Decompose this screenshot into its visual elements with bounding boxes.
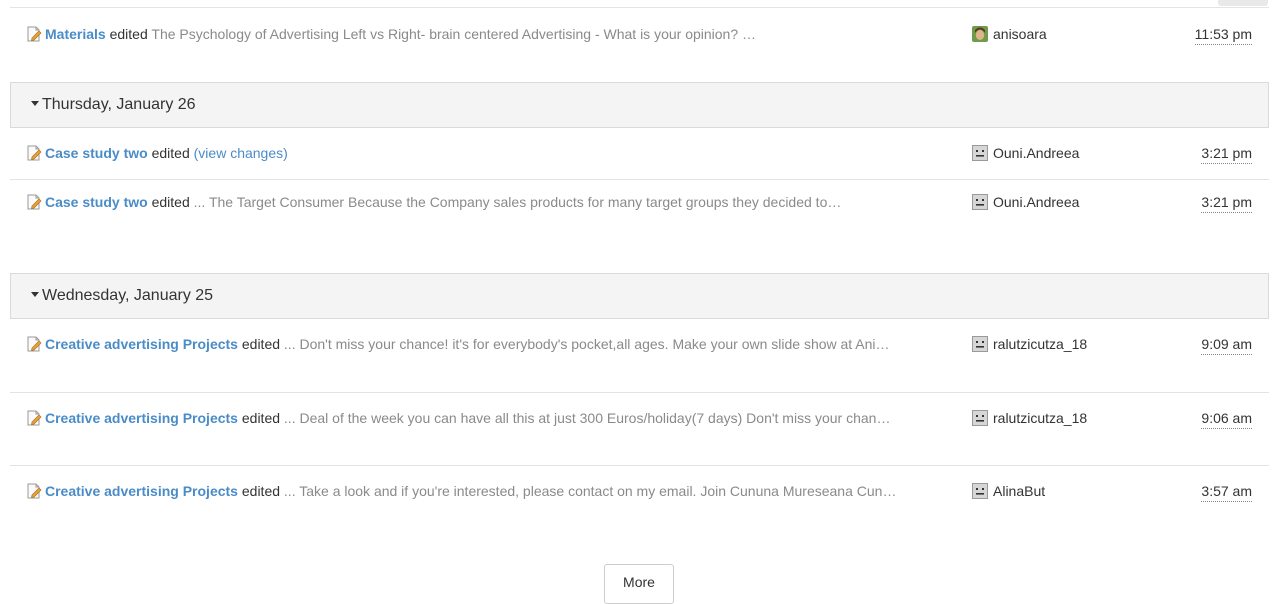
action-verb: edited — [241, 336, 281, 352]
timestamp: 3:21 pm — [1201, 192, 1252, 213]
day-header[interactable]: Wednesday, January 25 — [10, 273, 1269, 319]
page-edit-icon — [27, 410, 42, 426]
timestamp: 9:09 am — [1201, 334, 1252, 355]
timestamp: 11:53 pm — [1194, 24, 1252, 45]
excerpt-text: ... The Target Consumer Because the Comp… — [193, 194, 842, 210]
action-verb: edited — [241, 483, 281, 499]
default-avatar-icon — [972, 145, 988, 161]
default-avatar-icon — [972, 336, 988, 352]
list-item: Case study two edited (view changes) Oun… — [10, 128, 1269, 180]
action-verb: edited — [151, 145, 190, 161]
list-item: Creative advertising Projects edited ...… — [10, 319, 1269, 393]
page-link[interactable]: Creative advertising Projects — [45, 336, 238, 352]
username: ralutzicutza_18 — [993, 336, 1088, 352]
page-edit-icon — [27, 26, 42, 42]
action-verb: edited — [241, 410, 281, 426]
default-avatar-icon — [972, 410, 988, 426]
entry-description: Materials edited The Psychology of Adver… — [26, 24, 931, 44]
excerpt-text: ... Don't miss your chance! it's for eve… — [283, 336, 890, 352]
page-link[interactable]: Materials — [45, 26, 106, 42]
list-item: Creative advertising Projects edited ...… — [10, 393, 1269, 466]
timestamp: 9:06 am — [1201, 408, 1252, 429]
list-item: Case study two edited ... The Target Con… — [10, 180, 1269, 240]
default-avatar-icon — [972, 483, 988, 499]
user-link[interactable]: ralutzicutza_18 — [972, 334, 1087, 354]
timestamp: 3:21 pm — [1201, 143, 1252, 164]
page-edit-icon — [27, 145, 42, 161]
list-item: Materials edited The Psychology of Adver… — [10, 20, 1269, 50]
scroll-top-tab — [1218, 0, 1268, 6]
entry-description: Creative advertising Projects edited ...… — [26, 481, 931, 501]
username: ralutzicutza_18 — [993, 410, 1088, 426]
action-verb: edited — [151, 194, 190, 210]
excerpt-text: ... Take a look and if you're interested… — [283, 483, 897, 499]
page-link[interactable]: Case study two — [45, 194, 148, 210]
page-link[interactable]: Case study two — [45, 145, 148, 161]
list-item: Creative advertising Projects edited ...… — [10, 466, 1269, 541]
page-edit-icon — [27, 194, 42, 210]
user-link[interactable]: Ouni.Andreea — [972, 192, 1079, 212]
user-link[interactable]: AlinaBut — [972, 481, 1045, 501]
user-link[interactable]: Ouni.Andreea — [972, 143, 1079, 163]
username: anisoara — [993, 26, 1047, 42]
day-label: Thursday, January 26 — [42, 96, 196, 113]
default-avatar-icon — [972, 194, 988, 210]
view-changes-link[interactable]: (view changes) — [194, 145, 288, 161]
avatar — [972, 26, 988, 42]
day-header[interactable]: Thursday, January 26 — [10, 82, 1269, 128]
action-verb: edited — [109, 26, 148, 42]
timestamp: 3:57 am — [1201, 481, 1252, 502]
user-link[interactable]: anisoara — [972, 24, 1047, 44]
caret-down-icon — [31, 292, 39, 297]
username: AlinaBut — [993, 483, 1046, 499]
more-button[interactable]: More — [604, 564, 674, 604]
page-link[interactable]: Creative advertising Projects — [45, 483, 238, 499]
caret-down-icon — [31, 101, 39, 106]
user-link[interactable]: ralutzicutza_18 — [972, 408, 1087, 428]
entry-description: Case study two edited (view changes) — [26, 143, 931, 163]
username: Ouni.Andreea — [993, 194, 1080, 210]
top-divider — [10, 0, 1269, 8]
entry-description: Case study two edited ... The Target Con… — [26, 192, 931, 212]
page-edit-icon — [27, 336, 42, 352]
entry-description: Creative advertising Projects edited ...… — [26, 408, 931, 428]
page-link[interactable]: Creative advertising Projects — [45, 410, 238, 426]
entry-description: Creative advertising Projects edited ...… — [26, 334, 931, 354]
excerpt-text: The Psychology of Advertising Left vs Ri… — [151, 26, 757, 42]
excerpt-text: ... Deal of the week you can have all th… — [283, 410, 891, 426]
username: Ouni.Andreea — [993, 145, 1080, 161]
page-edit-icon — [27, 483, 42, 499]
day-label: Wednesday, January 25 — [42, 287, 214, 304]
